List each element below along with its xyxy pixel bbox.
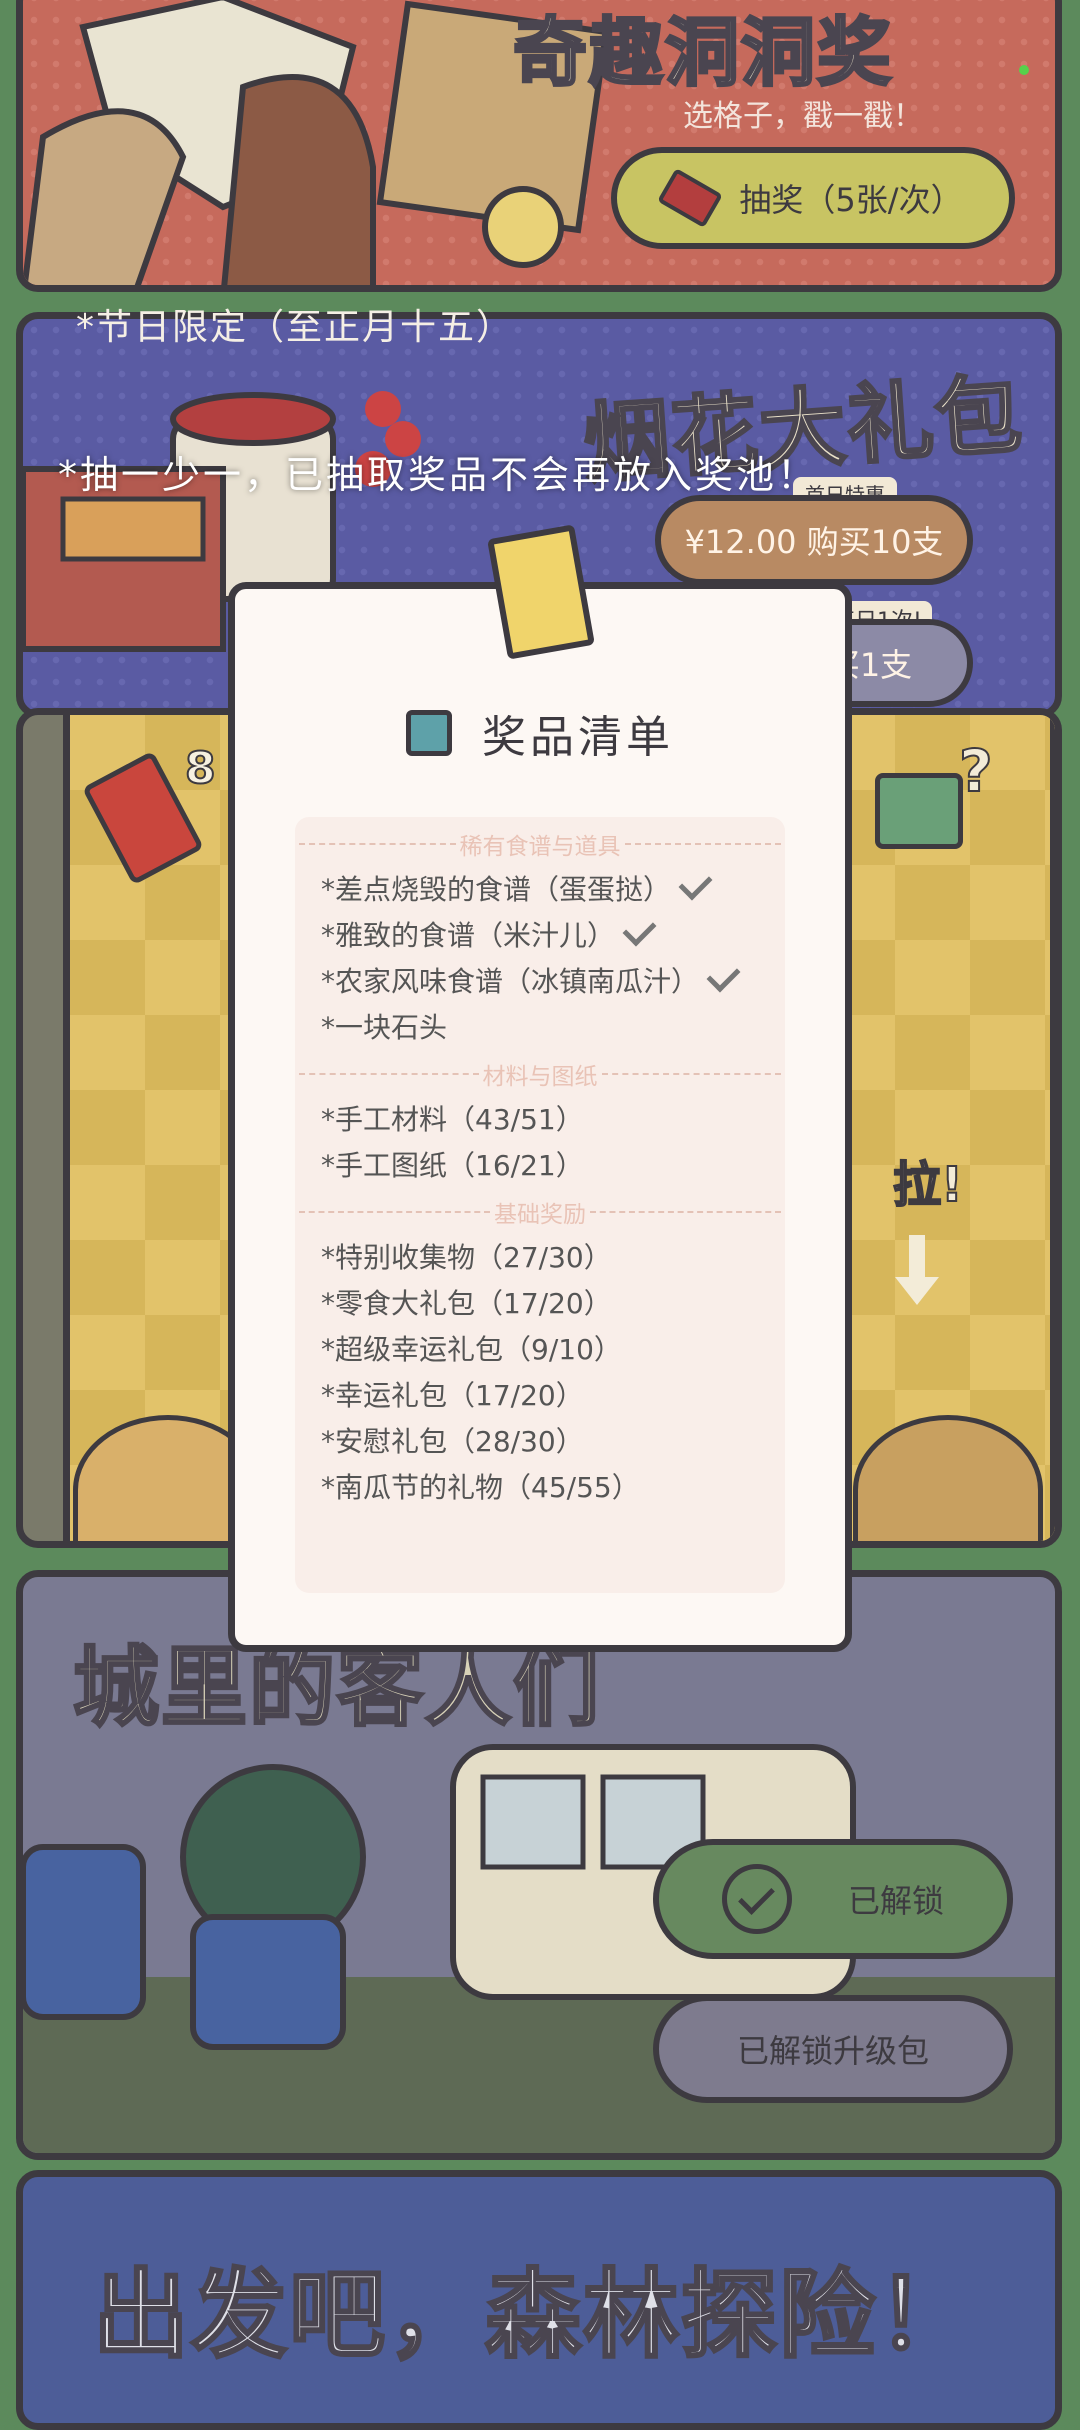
section-header: 基础奖励 — [295, 1195, 785, 1229]
prize-list: 稀有食谱与道具 *差点烧毁的食谱（蛋蛋挞） *雅致的食谱（米汁儿） *农家风味食谱（冰… — [295, 817, 785, 1593]
dialog-title: 奖品清单 — [482, 712, 674, 763]
prize-item: *差点烧毁的食谱（蛋蛋挞） — [295, 866, 785, 913]
checkmark-icon — [678, 866, 713, 901]
unlocked-button-label: 已解锁 — [847, 1882, 944, 1920]
guest-card: 城里的客人们 已解锁 已解锁升级包 — [16, 1570, 1062, 2160]
lottery-title: 奇趣洞洞奖 — [512, 9, 893, 98]
upgrade-pack-button-label: 已解锁升级包 — [736, 2032, 929, 2070]
ticket-icon — [657, 168, 724, 228]
prize-item: *雅致的食谱（米汁儿） — [295, 912, 785, 959]
prize-item-label: *雅致的食谱（米汁儿） — [321, 919, 616, 952]
prize-item-label: *零食大礼包（17/20） — [321, 1287, 612, 1320]
toast-message: *抽一少一，已抽取奖品不会再放入奖池！ — [58, 453, 819, 497]
dialog-header: 奖品清单 — [235, 701, 845, 765]
status-dot — [1019, 65, 1029, 75]
prize-item-label: *特别收集物（27/30） — [321, 1241, 612, 1274]
buy10-button[interactable]: ¥12.00 购买10支 — [655, 495, 973, 585]
prize-item: *农家风味食谱（冰镇南瓜汁） — [295, 958, 785, 1005]
unlocked-button[interactable]: 已解锁 — [653, 1839, 1013, 1959]
prize-item-label: *安慰礼包（28/30） — [321, 1425, 584, 1458]
lottery-subtitle: 选格子，戳一戳！ — [683, 99, 923, 134]
prize-item-label: *超级幸运礼包（9/10） — [321, 1333, 622, 1366]
section-header: 材料与图纸 — [295, 1057, 785, 1091]
prize-item: *安慰礼包（28/30） — [295, 1419, 785, 1465]
upgrade-pack-button[interactable]: 已解锁升级包 — [653, 1995, 1013, 2103]
arrow-down-head-icon — [895, 1277, 939, 1305]
lottery-card: 奇趣洞洞奖 选格子，戳一戳！ 抽奖（5张/次） — [16, 0, 1062, 292]
prize-item: *手工材料（43/51） — [295, 1097, 785, 1143]
pull-label: 拉! — [892, 1156, 964, 1214]
ticket-count: 8 — [184, 742, 217, 795]
holiday-note: *节日限定（至正月十五） — [76, 307, 515, 348]
prize-item-label: *农家风味食谱（冰镇南瓜汁） — [321, 965, 700, 998]
section-header: 稀有食谱与道具 — [295, 827, 785, 861]
prize-item-label: *一块石头 — [321, 1011, 448, 1044]
forest-card: 出发吧，森林探险！ — [16, 2170, 1062, 2430]
checkmark-icon — [706, 958, 741, 993]
prize-item: *超级幸运礼包（9/10） — [295, 1327, 785, 1373]
mystery-mark: ? — [958, 736, 994, 806]
prize-item-label: *幸运礼包（17/20） — [321, 1379, 584, 1412]
prize-item: *特别收集物（27/30） — [295, 1235, 785, 1281]
draw-button[interactable]: 抽奖（5张/次） — [611, 147, 1015, 249]
prize-item: *南瓜节的礼物（45/55） — [295, 1465, 785, 1511]
prize-item-label: *手工材料（43/51） — [321, 1103, 584, 1136]
gift-icon — [406, 710, 452, 756]
prize-item: *幸运礼包（17/20） — [295, 1373, 785, 1419]
prize-item: *手工图纸（16/21） — [295, 1143, 785, 1189]
checkmark-icon — [622, 912, 657, 947]
prize-item-label: *南瓜节的礼物（45/55） — [321, 1471, 640, 1504]
prize-item-label: *差点烧毁的食谱（蛋蛋挞） — [321, 873, 672, 906]
gift-icon[interactable] — [875, 773, 963, 849]
buy10-button-label: ¥12.00 购买10支 — [684, 523, 944, 561]
forest-title: 出发吧，森林探险！ — [92, 2258, 975, 2373]
prize-item-label: *手工图纸（16/21） — [321, 1149, 584, 1182]
prize-list-dialog: 奖品清单 稀有食谱与道具 *差点烧毁的食谱（蛋蛋挞） *雅致的食谱（米汁儿） *农家风… — [228, 524, 852, 1652]
check-circle-icon — [721, 1864, 792, 1934]
prize-item: *零食大礼包（17/20） — [295, 1281, 785, 1327]
prize-item: *一块石头 — [295, 1005, 785, 1051]
draw-button-label: 抽奖（5张/次） — [739, 181, 963, 219]
